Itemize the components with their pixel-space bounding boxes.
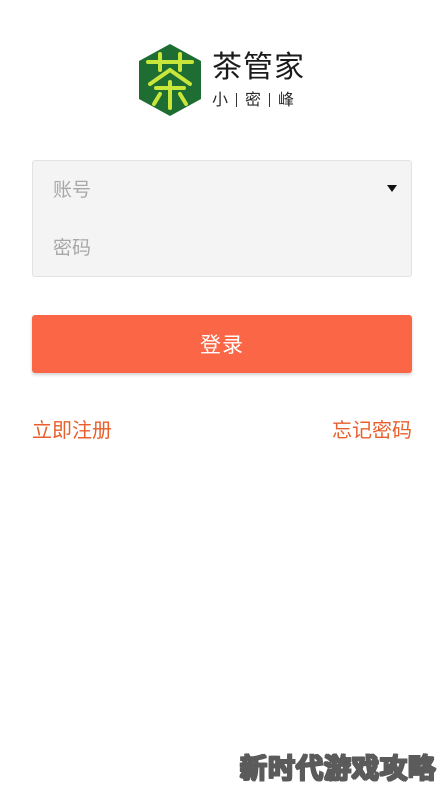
login-button[interactable]: 登录: [32, 315, 412, 373]
logo-text: 茶管家 小 密 峰: [212, 42, 305, 118]
separator: [236, 93, 238, 107]
brand-sub-part: 小: [212, 90, 229, 109]
register-link[interactable]: 立即注册: [32, 414, 112, 443]
brand-subtitle: 小 密 峰: [212, 91, 305, 109]
separator: [269, 93, 271, 107]
app-logo: 茶管家 小 密 峰: [136, 42, 312, 118]
tea-logo-icon: [139, 44, 201, 116]
login-page: 茶管家 小 密 峰 登录 立即注册 忘记密码 新时代游戏攻略: [0, 0, 444, 794]
forgot-password-link[interactable]: 忘记密码: [332, 414, 412, 443]
brand-name: 茶管家: [212, 50, 305, 85]
watermark: 新时代游戏攻略: [239, 753, 436, 786]
brand-sub-part: 密: [245, 90, 262, 109]
password-row: [33, 219, 411, 277]
account-row: [33, 161, 411, 219]
password-input[interactable]: [51, 236, 355, 260]
account-input[interactable]: [51, 178, 355, 202]
caret-down-icon[interactable]: [387, 185, 397, 192]
login-form: [32, 160, 412, 277]
brand-sub-part: 峰: [278, 90, 295, 109]
